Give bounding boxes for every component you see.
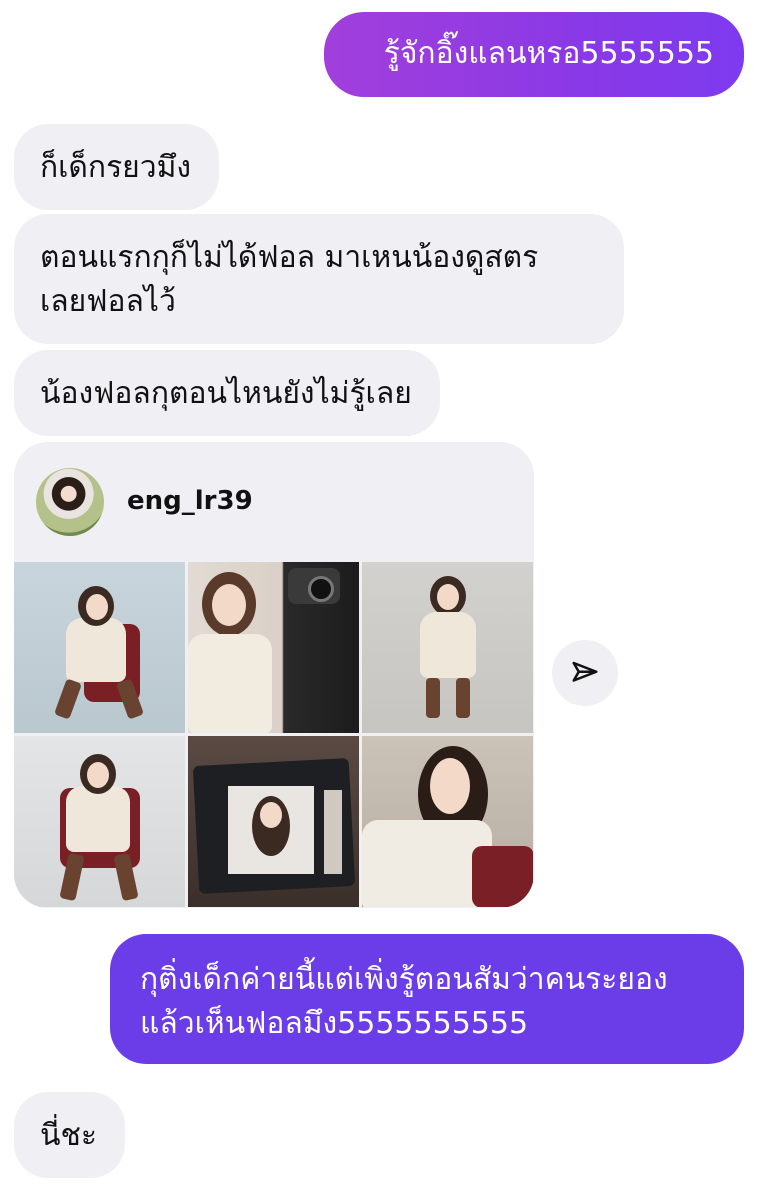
paper-plane-icon bbox=[572, 661, 598, 682]
message-text: น้องฟอลกุตอนไหนยังไม่รู้เลย bbox=[40, 376, 412, 411]
profile-photo[interactable] bbox=[14, 562, 185, 733]
message-text-line: แล้วเห็นฟอลมึง5555555555 bbox=[140, 1006, 529, 1041]
incoming-message[interactable]: นี่ชะ bbox=[14, 1092, 125, 1178]
profile-photo[interactable] bbox=[188, 562, 359, 733]
message-text: รู้จักอิ๊งแลนหรอ5555555 bbox=[383, 36, 714, 71]
message-text-line: กุติ่งเด็กค่ายนี้แต่เพิ่งรู้ตอนสัมว่าคนร… bbox=[140, 962, 668, 997]
message-text-line: ตอนแรกกุก็ไม่ได้ฟอล มาเหนน้องดูสตร bbox=[40, 240, 539, 275]
profile-photo[interactable] bbox=[362, 736, 533, 907]
shared-profile-card[interactable]: eng_lr39 bbox=[14, 442, 534, 908]
profile-photo[interactable] bbox=[188, 736, 359, 907]
profile-photo[interactable] bbox=[14, 736, 185, 907]
outgoing-message[interactable]: กุติ่งเด็กค่ายนี้แต่เพิ่งรู้ตอนสัมว่าคนร… bbox=[110, 934, 744, 1064]
profile-photo[interactable] bbox=[362, 562, 533, 733]
message-text-line: เลยฟอลไว้ bbox=[40, 284, 176, 319]
profile-username[interactable]: eng_lr39 bbox=[127, 486, 253, 516]
incoming-message[interactable]: ก็เด็กรยวมึง bbox=[14, 124, 220, 210]
outgoing-message[interactable]: รู้จักอิ๊งแลนหรอ5555555 bbox=[323, 12, 744, 97]
avatar[interactable] bbox=[36, 468, 104, 536]
message-text: นี่ชะ bbox=[40, 1118, 97, 1153]
incoming-message[interactable]: ตอนแรกกุก็ไม่ได้ฟอล มาเหนน้องดูสตร เลยฟอ… bbox=[14, 214, 624, 344]
share-button[interactable] bbox=[552, 640, 618, 706]
message-text: ก็เด็กรยวมึง bbox=[40, 150, 192, 185]
incoming-message[interactable]: น้องฟอลกุตอนไหนยังไม่รู้เลย bbox=[14, 350, 440, 436]
